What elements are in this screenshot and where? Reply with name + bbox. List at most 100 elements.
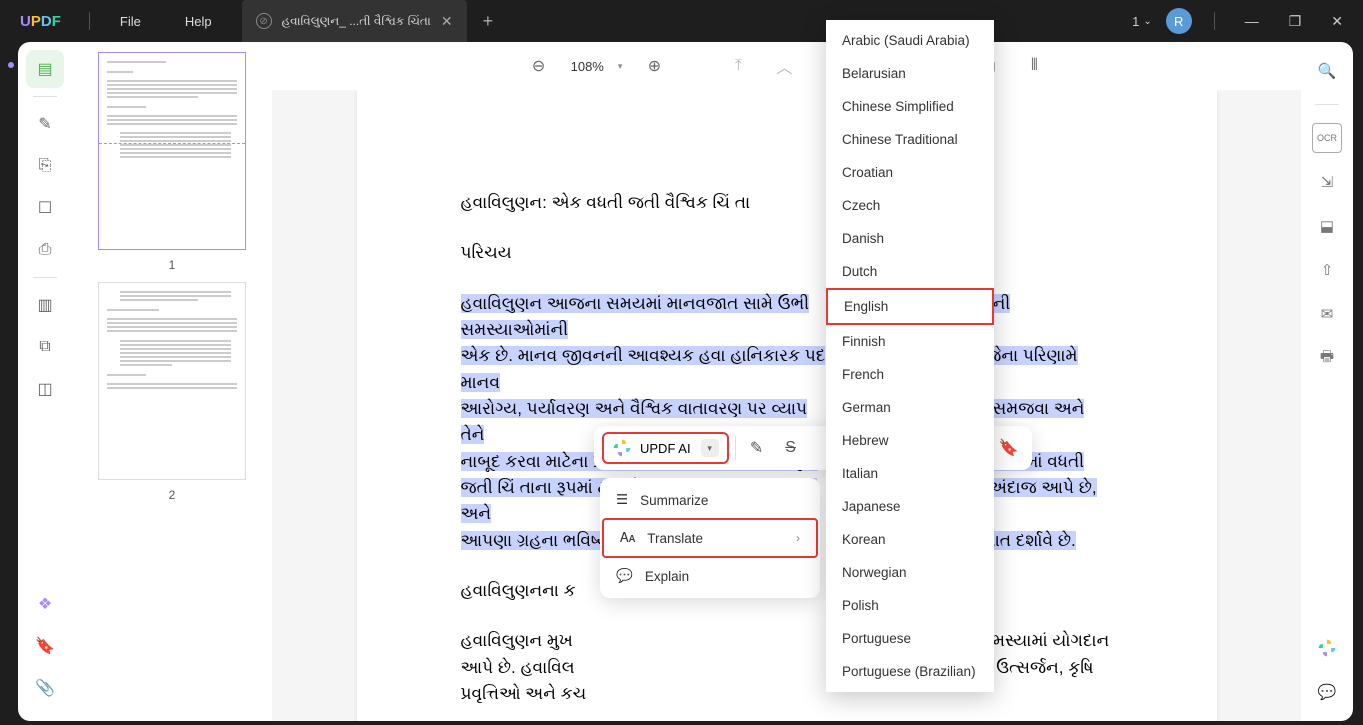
lang-option-arabic[interactable]: Arabic (Saudi Arabia) [826, 24, 994, 57]
thumbnail-number: 1 [96, 258, 248, 272]
selected-text: હવાવિલુણન આજના સમયમાં માનવજાત સામે ઉભી [461, 294, 810, 313]
thumbnail-page-2[interactable]: 2 [96, 282, 248, 502]
list-icon: ☰ [616, 492, 628, 508]
doc-section-label: પરિચય [461, 240, 1113, 266]
ai-explain-item[interactable]: 💬 Explain [600, 558, 820, 594]
doc-heading: હવાવિલુણન: એક વધતી જતી વૈશ્વિક ચિં તા [461, 190, 1113, 216]
chat-button[interactable]: 💬 [1312, 677, 1342, 707]
separator [33, 96, 57, 97]
form-tool[interactable]: ☐ [26, 189, 64, 227]
ai-submenu: ☰ Summarize 🗛 Translate › 💬 Explain [600, 478, 820, 598]
share-button[interactable]: ⇧ [1312, 255, 1342, 285]
tab-doc-icon: ⊘ [256, 13, 272, 29]
app-logo: UPDF [0, 13, 81, 30]
indicator-dot [8, 62, 14, 68]
divider [89, 12, 90, 30]
thumbnail-image [98, 52, 246, 250]
separator [1315, 104, 1339, 105]
ai-translate-item[interactable]: 🗛 Translate › [602, 518, 818, 558]
redact-tool[interactable]: ▥ [26, 286, 64, 324]
ocr-button[interactable]: OCR [1312, 123, 1342, 153]
lang-option-dutch[interactable]: Dutch [826, 255, 994, 288]
lang-option-belarusian[interactable]: Belarusian [826, 57, 994, 90]
search-button[interactable]: 🔍 [1312, 56, 1342, 86]
ai-logo-icon [612, 438, 632, 458]
lang-option-portuguese[interactable]: Portuguese [826, 622, 994, 655]
convert-button[interactable]: ⇲ [1312, 167, 1342, 197]
tab-title: હવાવિલુણન_ ...તી વૈશ્વિક ચિંતા [282, 14, 431, 29]
lang-option-french[interactable]: French [826, 358, 994, 391]
minimize-button[interactable]: — [1237, 13, 1267, 29]
user-avatar[interactable]: R [1166, 8, 1192, 34]
zoom-in-button[interactable]: ⊕ [640, 52, 668, 80]
close-window-button[interactable]: ✕ [1323, 13, 1351, 30]
lang-option-italian[interactable]: Italian [826, 457, 994, 490]
tab-close-button[interactable]: ✕ [441, 13, 453, 30]
lang-option-german[interactable]: German [826, 391, 994, 424]
thumbnail-number: 2 [96, 488, 248, 502]
document-viewport[interactable]: હવાવિલુણન: એક વધતી જતી વૈશ્વિક ચિં તા પર… [272, 90, 1301, 721]
lang-option-finnish[interactable]: Finnish [826, 325, 994, 358]
print-button[interactable]: 🖶 [1312, 343, 1342, 373]
maximize-button[interactable]: ❐ [1281, 13, 1310, 30]
ai-button-label: UPDF AI [640, 441, 691, 456]
ai-logo-icon [1317, 638, 1337, 658]
right-toolbar: 🔍 OCR ⇲ ⬓ ⇧ ✉ 🖶 💬 [1301, 42, 1353, 721]
bookmark-button[interactable]: 🔖 [992, 431, 1026, 465]
email-button[interactable]: ✉ [1312, 299, 1342, 329]
document-page: હવાવિલુણન: એક વધતી જતી વૈશ્વિક ચિં તા પર… [357, 90, 1217, 721]
page-layout-button[interactable]: ⫴ [1020, 52, 1048, 80]
edit-text-tool[interactable]: ⎘ [26, 147, 64, 185]
language-dropdown: Arabic (Saudi Arabia) Belarusian Chinese… [826, 20, 994, 692]
main-area: ⊖ 108%▾ ⊕ ⤒ ︿ ▢ ⫴ હવાવિલુણન: એક વધતી જતી… [272, 42, 1301, 721]
updf-ai-button[interactable] [1312, 633, 1342, 663]
lang-option-croatian[interactable]: Croatian [826, 156, 994, 189]
chevron-down-icon: ▾ [701, 439, 719, 457]
lang-option-czech[interactable]: Czech [826, 189, 994, 222]
crop-tool[interactable]: ⧉ [26, 328, 64, 366]
lang-option-chinese-traditional[interactable]: Chinese Traditional [826, 123, 994, 156]
compress-button[interactable]: ⬓ [1312, 211, 1342, 241]
reader-tool[interactable]: ▤ [26, 50, 64, 88]
highlight-button[interactable]: ✎ [740, 431, 774, 465]
attachment-panel-button[interactable]: 📎 [26, 669, 64, 707]
lang-option-norwegian[interactable]: Norwegian [826, 556, 994, 589]
translate-icon: 🗛 [620, 530, 635, 546]
lang-option-english[interactable]: English [826, 288, 994, 325]
doc-paragraph: હવાવિલુણન મુખઆ સમસ્યામાં યોગદાન આપે છે. … [461, 628, 1113, 707]
strikethrough-button[interactable]: S [774, 431, 808, 465]
lang-option-korean[interactable]: Korean [826, 523, 994, 556]
pages-panel-button[interactable]: ❖ [26, 585, 64, 623]
left-toolbar: ▤ ✎ ⎘ ☐ ⎙ ▥ ⧉ ◫ ❖ 🔖 📎 [18, 42, 72, 721]
compare-tool[interactable]: ◫ [26, 370, 64, 408]
updf-ai-dropdown-button[interactable]: UPDF AI ▾ [602, 432, 729, 464]
titlebar: UPDF File Help ⊘ હવાવિલુણન_ ...તી વૈશ્વિ… [0, 0, 1363, 42]
thumbnail-panel: 1 2 [72, 42, 272, 721]
chevron-right-icon: › [796, 531, 800, 545]
menu-help[interactable]: Help [163, 14, 234, 29]
lang-option-danish[interactable]: Danish [826, 222, 994, 255]
organize-tool[interactable]: ⎙ [26, 231, 64, 269]
lang-option-polish[interactable]: Polish [826, 589, 994, 622]
thumbnail-image [98, 282, 246, 480]
document-tab[interactable]: ⊘ હવાવિલુણન_ ...તી વૈશ્વિક ચિંતા ✕ [242, 0, 467, 42]
menu-file[interactable]: File [98, 14, 163, 29]
separator [735, 436, 736, 460]
workspace: ▤ ✎ ⎘ ☐ ⎙ ▥ ⧉ ◫ ❖ 🔖 📎 1 2 [18, 42, 1353, 721]
bookmark-panel-button[interactable]: 🔖 [26, 627, 64, 665]
page-indicator[interactable]: 1⌄ [1132, 14, 1152, 29]
lang-option-portuguese-brazilian[interactable]: Portuguese (Brazilian) [826, 655, 994, 688]
lang-option-chinese-simplified[interactable]: Chinese Simplified [826, 90, 994, 123]
lang-option-japanese[interactable]: Japanese [826, 490, 994, 523]
first-page-button[interactable]: ⤒ [724, 52, 752, 80]
thumbnail-page-1[interactable]: 1 [96, 52, 248, 272]
zoom-level[interactable]: 108%▾ [571, 59, 623, 74]
explain-icon: 💬 [616, 568, 633, 584]
new-tab-button[interactable]: + [467, 11, 510, 32]
ai-summarize-item[interactable]: ☰ Summarize [600, 482, 820, 518]
lang-option-hebrew[interactable]: Hebrew [826, 424, 994, 457]
zoom-out-button[interactable]: ⊖ [525, 52, 553, 80]
prev-page-button[interactable]: ︿ [770, 52, 798, 80]
highlighter-tool[interactable]: ✎ [26, 105, 64, 143]
separator [33, 277, 57, 278]
